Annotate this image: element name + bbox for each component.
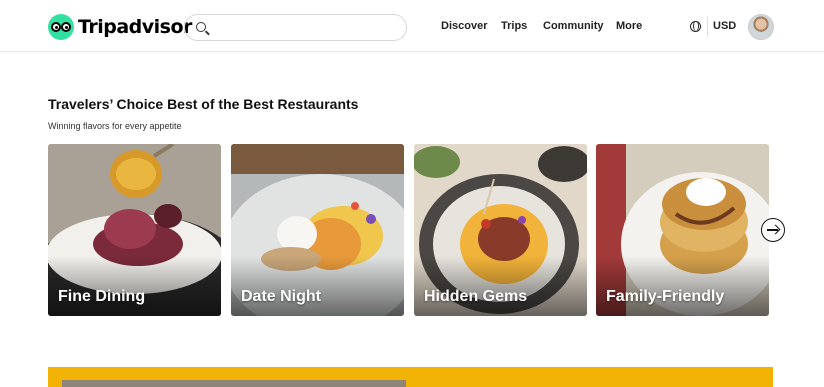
category-card-fine-dining[interactable]: Fine Dining bbox=[48, 144, 221, 316]
nav-trips[interactable]: Trips bbox=[501, 20, 527, 32]
card-label: Hidden Gems bbox=[424, 288, 528, 305]
category-card-hidden-gems[interactable]: Hidden Gems bbox=[414, 144, 587, 316]
logo-text: Tripadvisor bbox=[78, 16, 192, 38]
search-input[interactable] bbox=[215, 19, 400, 37]
category-card-family-friendly[interactable]: Family-Friendly bbox=[596, 144, 769, 316]
section-title: Travelers’ Choice Best of the Best Resta… bbox=[48, 96, 359, 112]
globe-icon[interactable] bbox=[690, 21, 701, 32]
carousel-next-button[interactable] bbox=[761, 218, 785, 242]
card-shade bbox=[48, 256, 221, 316]
section-subtitle: Winning flavors for every appetite bbox=[48, 121, 182, 131]
card-label: Fine Dining bbox=[58, 288, 146, 305]
card-label: Date Night bbox=[241, 288, 321, 305]
search-icon bbox=[196, 22, 206, 32]
card-label: Family-Friendly bbox=[606, 288, 725, 305]
top-navigation-bar: Tripadvisor Discover Trips Community Mor… bbox=[0, 0, 824, 52]
tripadvisor-owl-icon bbox=[48, 14, 74, 40]
header-divider bbox=[707, 17, 708, 37]
promo-photo bbox=[62, 380, 406, 387]
tripadvisor-logo[interactable]: Tripadvisor bbox=[48, 14, 192, 40]
promo-banner[interactable] bbox=[48, 367, 773, 387]
user-avatar[interactable] bbox=[748, 14, 774, 40]
currency-selector[interactable]: USD bbox=[713, 20, 736, 32]
category-card-date-night[interactable]: Date Night bbox=[231, 144, 404, 316]
nav-discover[interactable]: Discover bbox=[441, 20, 487, 32]
card-shade bbox=[596, 256, 769, 316]
card-shade bbox=[414, 256, 587, 316]
nav-more[interactable]: More bbox=[616, 20, 642, 32]
card-shade bbox=[231, 256, 404, 316]
nav-community[interactable]: Community bbox=[543, 20, 604, 32]
search-bar[interactable] bbox=[184, 14, 407, 41]
